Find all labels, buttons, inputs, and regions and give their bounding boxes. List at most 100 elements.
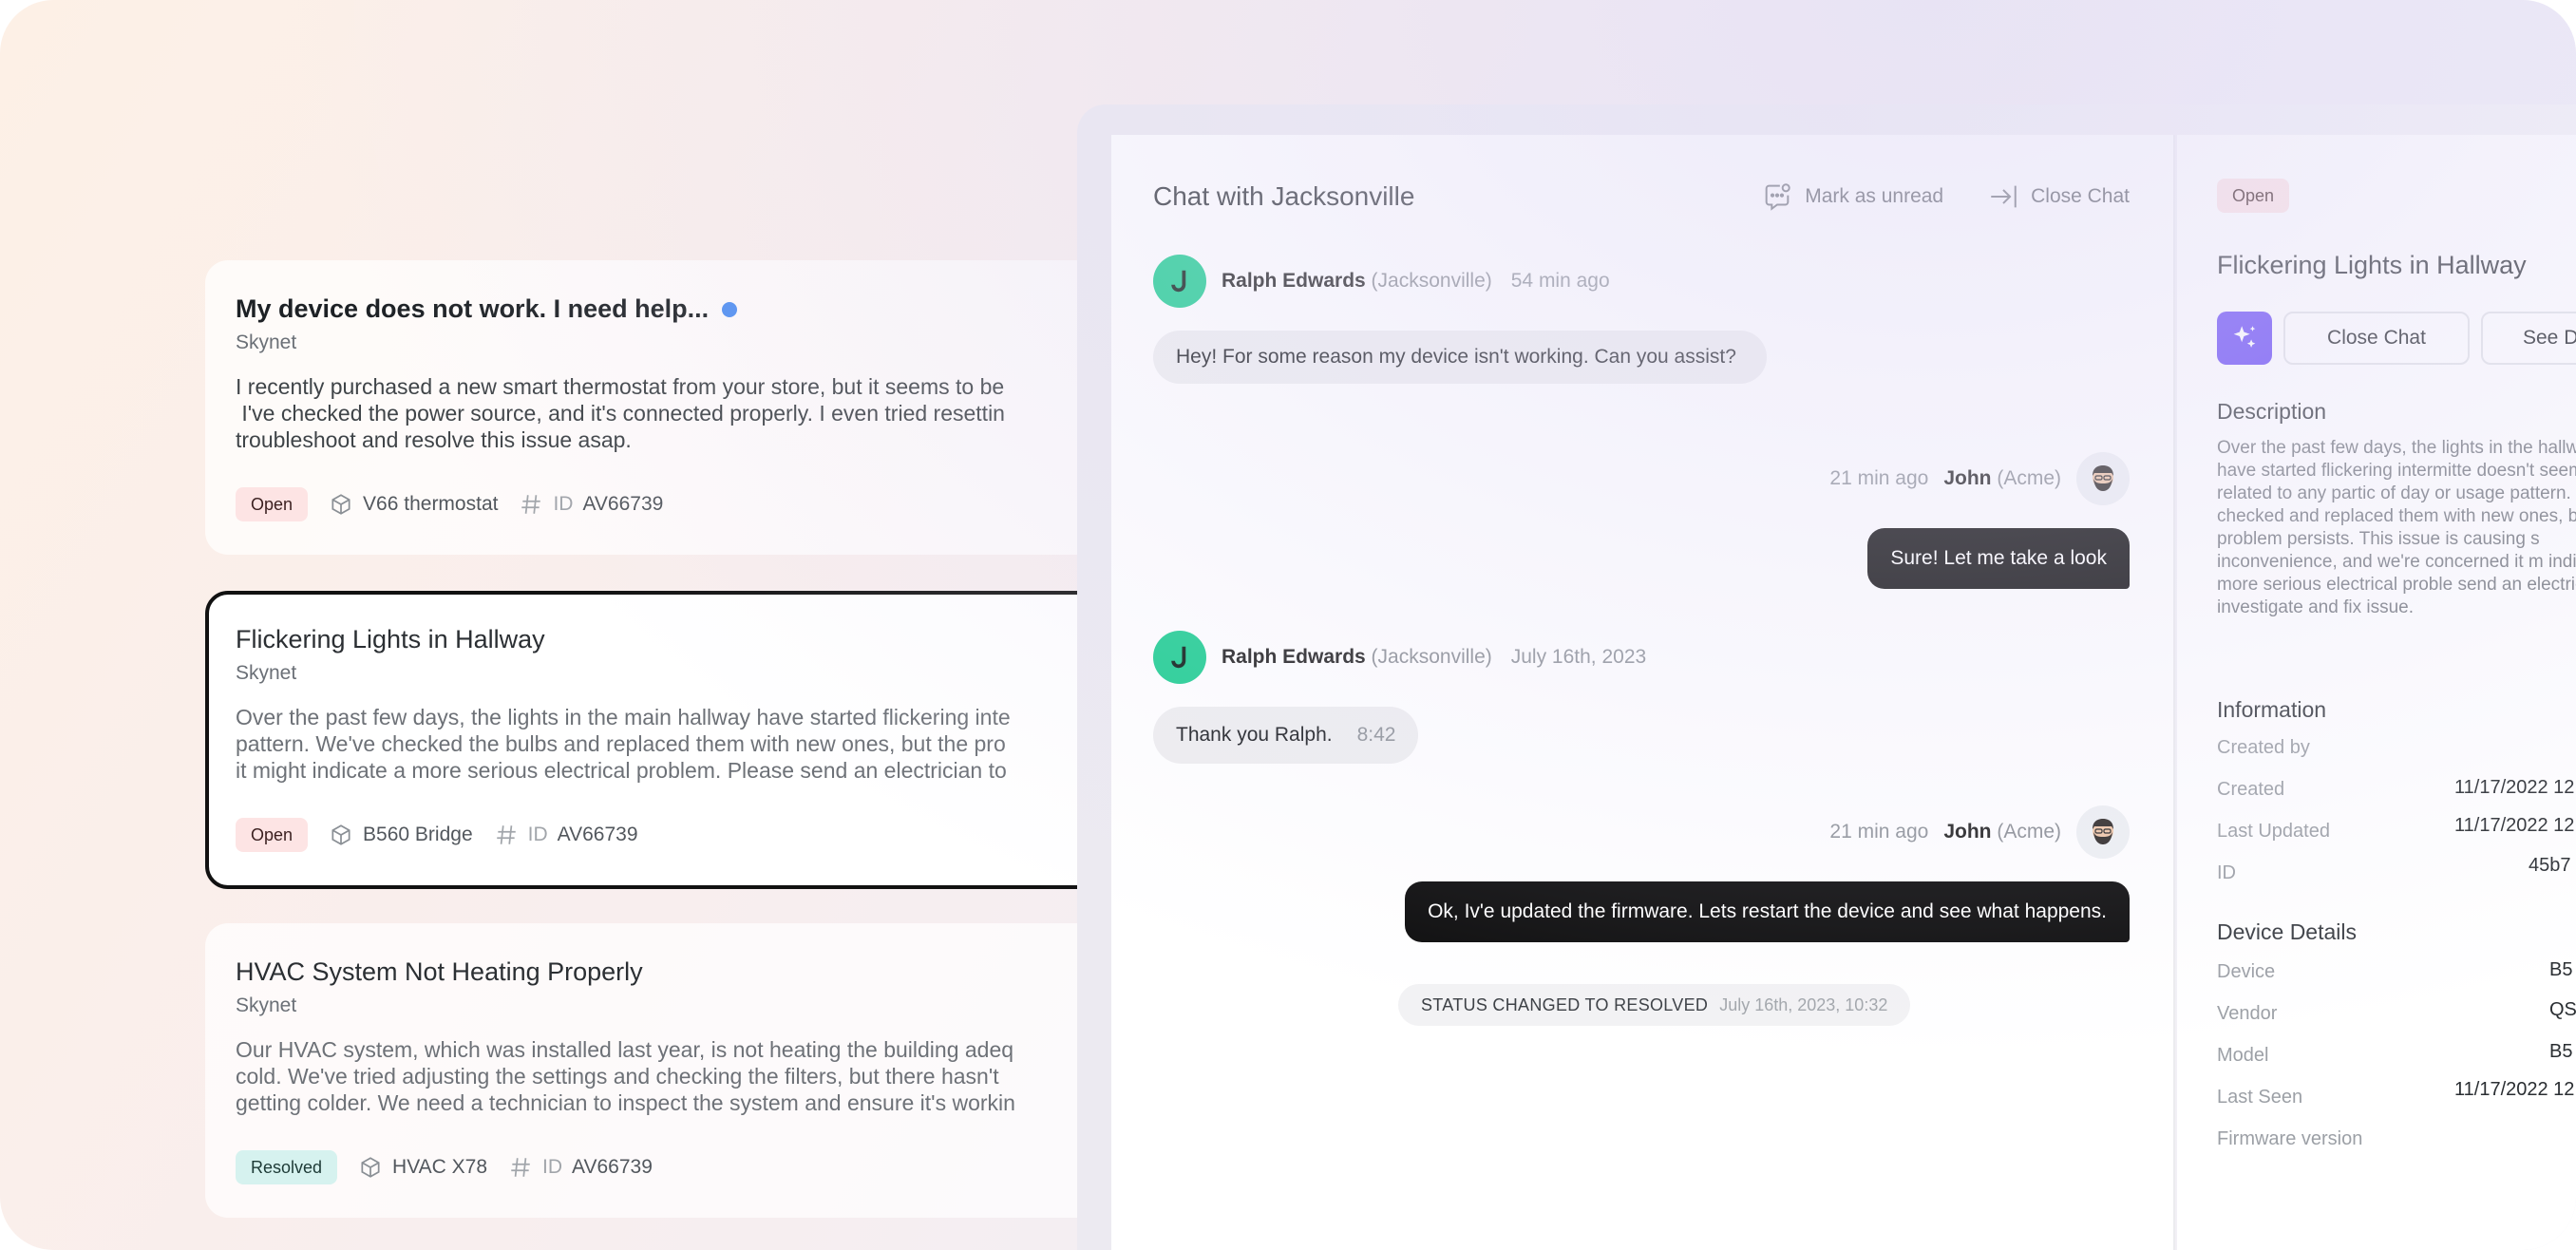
message-header: Ralph Edwards (Jacksonville) July 16th, … [1153, 631, 1646, 684]
last-seen-value: 11/17/2022 12 [2454, 1079, 2575, 1100]
message-bubble-incoming: Hey! For some reason my device isn't wor… [1153, 331, 1767, 384]
id-label: ID [527, 824, 548, 845]
sender-name: John [1943, 467, 1992, 489]
ticket-card-selected[interactable]: Flickering Lights in Hallway Skynet Over… [205, 591, 1117, 889]
close-chat-button[interactable]: Close Chat [2283, 312, 2470, 365]
device-label: Device [2217, 961, 2276, 982]
ticket-id: AV66739 [582, 493, 664, 515]
model-label: Model [2217, 1045, 2269, 1066]
unread-indicator [722, 301, 738, 317]
app-background: My device does not work. I need help... … [0, 0, 2576, 1250]
ticket-meta: Open V66 thermostat ID AV66739 [236, 487, 1087, 521]
ticket-title-row: HVAC System Not Heating Properly [236, 957, 1087, 987]
message-text: Thank you Ralph. [1176, 724, 1333, 746]
created-label: Created [2217, 779, 2285, 800]
detail-description: Over the past few days, the lights in th… [2217, 438, 2576, 617]
ticket-id: AV66739 [557, 824, 638, 845]
see-details-button[interactable]: See De [2481, 312, 2576, 365]
message-time: 54 min ago [1510, 270, 1610, 292]
ticket-org: Skynet [236, 994, 297, 1016]
ticket-title-row: Flickering Lights in Hallway [236, 625, 1087, 654]
mark-unread-label: Mark as unread [1805, 185, 1944, 207]
avatar [1153, 255, 1206, 308]
hash-icon [521, 495, 541, 514]
last-seen-label: Last Seen [2217, 1087, 2303, 1108]
chat-panel: Chat with Jacksonville Mark as unread Cl… [1111, 135, 2175, 1250]
box-icon [361, 1157, 380, 1178]
message-header: Ralph Edwards (Jacksonville) 54 min ago [1153, 255, 1610, 308]
chat-actions: Mark as unread Close Chat [1761, 180, 2130, 213]
status-badge: Open [236, 818, 309, 852]
message-inline-time: 8:42 [1356, 724, 1396, 746]
sparkles-icon [2233, 326, 2256, 348]
vendor-value: QS [2549, 999, 2576, 1020]
message-header: 21 min ago John (Acme) [1826, 805, 2130, 859]
sender-name: John [1943, 821, 1992, 843]
ticket-detail-panel: Open Flickering Lights in Hallway Close … [2177, 135, 2576, 1250]
close-chat-button[interactable]: Close Chat [1987, 180, 2130, 213]
mark-unread-button[interactable]: Mark as unread [1761, 180, 1943, 213]
ticket-description: Our HVAC system, which was installed las… [236, 1037, 1015, 1115]
ticket-org: Skynet [236, 331, 297, 353]
ticket-description: I recently purchased a new smart thermos… [236, 374, 1005, 452]
ticket-meta: Open B560 Bridge ID AV66739 [236, 818, 1087, 852]
company-logo-icon [1171, 646, 1186, 669]
avatar [2076, 452, 2130, 505]
status-change-text: STATUS CHANGED TO RESOLVED [1421, 994, 1709, 1014]
sender-org: (Acme) [1997, 467, 2061, 489]
ticket-title: My device does not work. I need help... [236, 294, 710, 323]
device-name: HVAC X78 [392, 1156, 488, 1178]
device-meta: V66 thermostat [329, 492, 498, 517]
message-time: 21 min ago [1829, 821, 1929, 843]
id-label: ID [553, 493, 574, 515]
ticket-description: Over the past few days, the lights in th… [236, 705, 1011, 783]
ticket-title-row: My device does not work. I need help... [236, 294, 1087, 324]
device-name: V66 thermostat [363, 493, 499, 515]
firmware-label: Firmware version [2217, 1128, 2363, 1149]
status-change-date: July 16th, 2023, 10:32 [1719, 994, 1888, 1014]
device-meta: B560 Bridge [329, 823, 473, 847]
sender-name: Ralph Edwards [1222, 646, 1366, 668]
hash-icon [511, 1158, 530, 1177]
ticket-title: Flickering Lights in Hallway [236, 625, 545, 653]
ticket-card[interactable]: HVAC System Not Heating Properly Skynet … [205, 923, 1117, 1218]
status-change-event: STATUS CHANGED TO RESOLVED July 16th, 20… [1398, 984, 1911, 1026]
device-meta: HVAC X78 [358, 1155, 487, 1180]
ticket-org: Skynet [236, 662, 297, 684]
status-badge: Open [2217, 179, 2290, 213]
id-label: ID [542, 1156, 563, 1178]
avatar [1153, 631, 1206, 684]
message-bubble-incoming: Thank you Ralph. 8:42 [1153, 707, 1419, 764]
vendor-label: Vendor [2217, 1003, 2278, 1024]
ai-assist-button[interactable] [2217, 312, 2272, 365]
bearded-man-avatar-icon [2093, 819, 2113, 844]
id-meta: ID AV66739 [508, 1155, 653, 1180]
description-heading: Description [2217, 399, 2327, 424]
id-meta: ID AV66739 [519, 492, 663, 517]
status-badge: Open [236, 487, 309, 521]
message-time: July 16th, 2023 [1510, 646, 1647, 668]
company-logo-icon [1171, 270, 1186, 293]
message-bubble-outgoing: Ok, Iv'e updated the firmware. Lets rest… [1405, 881, 2130, 942]
box-icon [331, 494, 350, 515]
information-heading: Information [2217, 697, 2327, 722]
sender-org: (Acme) [1997, 821, 2061, 843]
sender-org: (Jacksonville) [1371, 646, 1492, 668]
detail-actions: Close Chat See De [2217, 312, 2576, 365]
device-value: B5 [2549, 959, 2573, 980]
ticket-title: HVAC System Not Heating Properly [236, 957, 643, 986]
id-value: 45b7 [2529, 855, 2571, 876]
ticket-id: AV66739 [572, 1156, 653, 1178]
status-badge: Resolved [236, 1150, 338, 1184]
close-chat-label: Close Chat [2031, 185, 2130, 207]
created-by-label: Created by [2217, 737, 2310, 758]
sender-org: (Jacksonville) [1371, 270, 1492, 292]
id-label: ID [2217, 862, 2236, 883]
message-header: 21 min ago John (Acme) [1826, 452, 2130, 505]
model-value: B5 [2549, 1041, 2573, 1062]
hash-icon [496, 825, 516, 844]
last-updated-value: 11/17/2022 12 [2454, 815, 2575, 836]
ticket-card[interactable]: My device does not work. I need help... … [205, 260, 1117, 555]
box-icon [331, 824, 350, 845]
device-details-heading: Device Details [2217, 919, 2357, 944]
